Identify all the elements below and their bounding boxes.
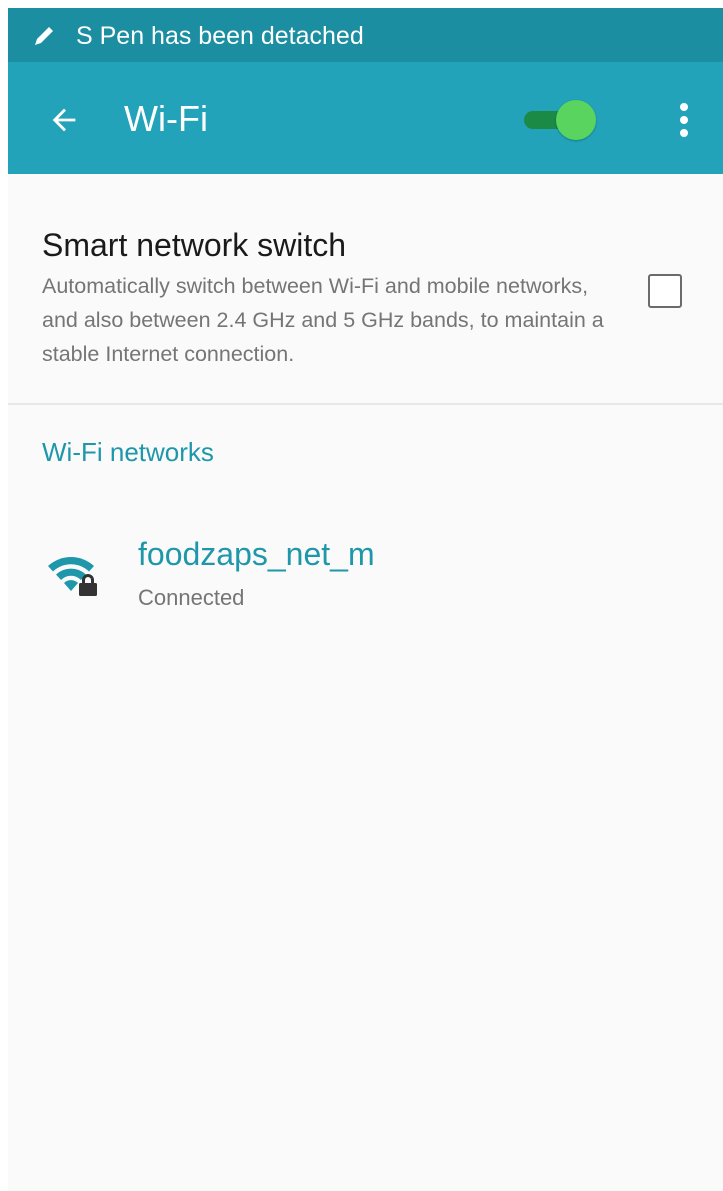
wifi-networks-header: Wi-Fi networks [42,437,214,467]
wifi-toggle[interactable] [518,96,602,144]
app-bar: Wi-Fi [8,62,723,174]
wifi-settings-screen: S Pen has been detached Wi-Fi Smart netw… [8,8,723,1191]
status-bar: S Pen has been detached [8,8,723,62]
smart-switch-description: Automatically switch between Wi-Fi and m… [42,274,604,366]
back-button[interactable] [36,92,92,148]
network-name: foodzaps_net_m [138,536,375,572]
smart-switch-checkbox[interactable] [648,274,682,308]
wifi-lock-icon [48,557,97,596]
status-notification-text: S Pen has been detached [76,22,364,50]
smart-network-switch-row[interactable]: Smart network switch Automatically switc… [8,174,723,403]
pen-icon [35,27,53,45]
network-status: Connected [138,585,245,610]
toggle-thumb [556,100,596,140]
section-divider [8,403,723,405]
arrow-left-icon [52,108,76,132]
network-list-item[interactable]: foodzaps_net_m Connected [8,520,723,624]
smart-switch-title: Smart network switch [42,227,347,263]
page-title: Wi-Fi [124,98,208,139]
overflow-menu-button[interactable] [664,92,704,148]
more-vert-icon [680,103,688,111]
